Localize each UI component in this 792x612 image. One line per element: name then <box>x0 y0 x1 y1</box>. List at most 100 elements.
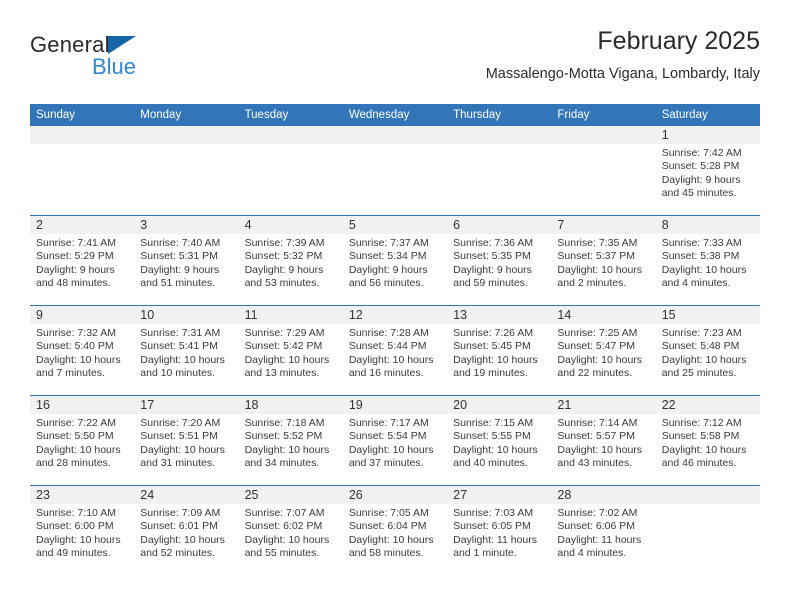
sunset-time: Sunset: 5:55 PM <box>453 430 531 443</box>
daylight-duration-line1: Daylight: 11 hours <box>557 533 642 546</box>
daylight-duration-line1: Daylight: 10 hours <box>661 353 747 366</box>
day-number: 26 <box>342 486 448 504</box>
day-number: 27 <box>447 486 552 504</box>
sunset-time: Sunset: 6:06 PM <box>557 520 636 533</box>
sunrise-time: Sunrise: 7:14 AM <box>557 417 638 429</box>
calendar-day-cell[interactable]: 28 Sunrise: 7:02 AM Sunset: 6:06 PM Dayligh… <box>551 485 656 575</box>
sunset-time: Sunset: 5:34 PM <box>348 250 427 263</box>
day-details: Sunrise: 7:17 AM Sunset: 5:54 PM Daylight:… <box>343 414 447 470</box>
calendar-day-cell[interactable]: 14 Sunrise: 7:25 AM Sunset: 5:47 PM Dayligh… <box>551 305 656 396</box>
sunrise-time: Sunrise: 7:26 AM <box>453 327 534 339</box>
calendar-day-cell[interactable]: 11 Sunrise: 7:29 AM Sunset: 5:42 PM Dayligh… <box>238 305 343 396</box>
daylight-duration-line2: and 34 minutes. <box>244 456 320 469</box>
calendar-day-cell[interactable]: 5 Sunrise: 7:37 AM Sunset: 5:34 PM Daylight… <box>342 215 448 306</box>
calendar-day-cell[interactable]: 8 Sunrise: 7:33 AM Sunset: 5:38 PM Daylight… <box>655 215 760 306</box>
calendar-day-cell[interactable]: 16 Sunrise: 7:22 AM Sunset: 5:50 PM Dayligh… <box>30 395 135 486</box>
calendar-day-cell[interactable]: 13 Sunrise: 7:26 AM Sunset: 5:45 PM Dayligh… <box>447 305 552 396</box>
daylight-duration-line2: and 19 minutes. <box>453 366 528 379</box>
sunset-time: Sunset: 5:51 PM <box>140 430 218 443</box>
daylight-duration-line2: and 43 minutes. <box>557 456 633 469</box>
generalblue-logo[interactable]: General Blue <box>30 34 230 90</box>
daylight-duration-line2: and 10 minutes. <box>140 366 215 379</box>
calendar-empty-cell <box>551 126 656 216</box>
calendar-page: General Blue February 2025 Massalengo-Mo… <box>0 0 792 612</box>
calendar-day-cell[interactable]: 20 Sunrise: 7:15 AM Sunset: 5:55 PM Dayligh… <box>447 395 552 486</box>
calendar-day-cell[interactable]: 23 Sunrise: 7:10 AM Sunset: 6:00 PM Dayligh… <box>30 485 135 575</box>
daylight-duration-line1: Daylight: 10 hours <box>244 533 330 546</box>
sunrise-time: Sunrise: 7:03 AM <box>453 507 534 519</box>
calendar-day-cell[interactable]: 10 Sunrise: 7:31 AM Sunset: 5:41 PM Dayligh… <box>134 305 239 396</box>
sunset-time: Sunset: 5:57 PM <box>557 430 636 443</box>
calendar-day-cell[interactable]: 12 Sunrise: 7:28 AM Sunset: 5:44 PM Dayligh… <box>342 305 448 396</box>
calendar-day-cell[interactable]: 4 Sunrise: 7:39 AM Sunset: 5:32 PM Daylight… <box>238 215 343 306</box>
daylight-duration-line2: and 56 minutes. <box>348 276 424 289</box>
sunset-time: Sunset: 5:28 PM <box>661 160 740 173</box>
day-details: Sunrise: 7:20 AM Sunset: 5:51 PM Daylight:… <box>134 414 238 470</box>
calendar-day-cell[interactable]: 3 Sunrise: 7:40 AM Sunset: 5:31 PM Daylight… <box>134 215 239 306</box>
daylight-duration-line1: Daylight: 10 hours <box>36 533 121 546</box>
day-number: 21 <box>551 396 656 414</box>
day-details: Sunrise: 7:32 AM Sunset: 5:40 PM Daylight:… <box>30 324 134 380</box>
day-cell-inner: 26 Sunrise: 7:05 AM Sunset: 6:04 PM Dayligh… <box>342 486 448 575</box>
calendar-day-cell[interactable]: 27 Sunrise: 7:03 AM Sunset: 6:05 PM Dayligh… <box>447 485 552 575</box>
sunrise-time: Sunrise: 7:05 AM <box>348 507 429 519</box>
weekday-header-wednesday: Wednesday <box>342 104 448 126</box>
calendar-day-cell[interactable]: 15 Sunrise: 7:23 AM Sunset: 5:48 PM Dayligh… <box>655 305 760 396</box>
day-number: 17 <box>134 396 239 414</box>
sunset-time: Sunset: 6:04 PM <box>348 520 427 533</box>
daylight-duration-line1: Daylight: 9 hours <box>36 263 115 276</box>
daylight-duration-line2: and 40 minutes. <box>453 456 528 469</box>
calendar-day-cell[interactable]: 9 Sunrise: 7:32 AM Sunset: 5:40 PM Daylight… <box>30 305 135 396</box>
day-cell-inner: 22 Sunrise: 7:12 AM Sunset: 5:58 PM Dayligh… <box>655 396 760 485</box>
day-number <box>447 126 552 144</box>
day-number: 23 <box>30 486 135 504</box>
daylight-duration-line2: and 4 minutes. <box>557 546 627 559</box>
weekday-header-thursday: Thursday <box>447 104 552 126</box>
calendar-day-cell[interactable]: 7 Sunrise: 7:35 AM Sunset: 5:37 PM Daylight… <box>551 215 656 306</box>
day-number: 22 <box>655 396 760 414</box>
daylight-duration-line2: and 28 minutes. <box>36 456 111 469</box>
daylight-duration-line1: Daylight: 10 hours <box>348 443 434 456</box>
sunrise-time: Sunrise: 7:40 AM <box>140 237 221 249</box>
calendar-week-row: 23 Sunrise: 7:10 AM Sunset: 6:00 PM Dayligh… <box>30 485 760 575</box>
day-cell-inner: 18 Sunrise: 7:18 AM Sunset: 5:52 PM Dayligh… <box>238 396 343 485</box>
daylight-duration-line2: and 49 minutes. <box>36 546 111 559</box>
day-details: Sunrise: 7:15 AM Sunset: 5:55 PM Daylight:… <box>447 414 551 470</box>
daylight-duration-line2: and 16 minutes. <box>348 366 424 379</box>
sunset-time: Sunset: 5:40 PM <box>36 340 114 353</box>
sunrise-time: Sunrise: 7:22 AM <box>36 417 116 429</box>
day-details: Sunrise: 7:22 AM Sunset: 5:50 PM Daylight:… <box>30 414 134 470</box>
daylight-duration-line2: and 7 minutes. <box>36 366 105 379</box>
sunset-time: Sunset: 5:38 PM <box>661 250 740 263</box>
day-number: 19 <box>342 396 448 414</box>
daylight-duration-line1: Daylight: 10 hours <box>36 443 121 456</box>
daylight-duration-line1: Daylight: 9 hours <box>140 263 220 276</box>
calendar-day-cell[interactable]: 18 Sunrise: 7:18 AM Sunset: 5:52 PM Dayligh… <box>238 395 343 486</box>
page-header: General Blue February 2025 Massalengo-Mo… <box>30 27 760 94</box>
calendar-day-cell[interactable]: 17 Sunrise: 7:20 AM Sunset: 5:51 PM Dayligh… <box>134 395 239 486</box>
page-title: February 2025 <box>597 27 760 55</box>
day-number: 3 <box>134 216 239 234</box>
day-number: 10 <box>134 306 239 324</box>
calendar-day-cell[interactable]: 6 Sunrise: 7:36 AM Sunset: 5:35 PM Daylight… <box>447 215 552 306</box>
daylight-duration-line1: Daylight: 9 hours <box>453 263 532 276</box>
calendar-day-cell[interactable]: 21 Sunrise: 7:14 AM Sunset: 5:57 PM Dayligh… <box>551 395 656 486</box>
sunrise-time: Sunrise: 7:35 AM <box>557 237 638 249</box>
day-details: Sunrise: 7:07 AM Sunset: 6:02 PM Daylight:… <box>239 504 343 560</box>
calendar-day-cell[interactable]: 19 Sunrise: 7:17 AM Sunset: 5:54 PM Dayligh… <box>342 395 448 486</box>
calendar-day-cell[interactable]: 25 Sunrise: 7:07 AM Sunset: 6:02 PM Dayligh… <box>238 485 343 575</box>
daylight-duration-line2: and 13 minutes. <box>244 366 320 379</box>
calendar-day-cell[interactable]: 1 Sunrise: 7:42 AM Sunset: 5:28 PM Daylight… <box>655 126 760 216</box>
calendar-day-cell[interactable]: 2 Sunrise: 7:41 AM Sunset: 5:29 PM Daylight… <box>30 215 135 306</box>
calendar-day-cell[interactable]: 24 Sunrise: 7:09 AM Sunset: 6:01 PM Dayligh… <box>134 485 239 575</box>
day-details: Sunrise: 7:28 AM Sunset: 5:44 PM Daylight:… <box>343 324 447 380</box>
daylight-duration-line1: Daylight: 9 hours <box>244 263 324 276</box>
day-cell-inner: 23 Sunrise: 7:10 AM Sunset: 6:00 PM Dayligh… <box>30 486 135 575</box>
calendar-day-cell[interactable]: 22 Sunrise: 7:12 AM Sunset: 5:58 PM Dayligh… <box>655 395 760 486</box>
daylight-duration-line1: Daylight: 11 hours <box>453 533 537 546</box>
calendar-day-cell[interactable]: 26 Sunrise: 7:05 AM Sunset: 6:04 PM Dayligh… <box>342 485 448 575</box>
daylight-duration-line1: Daylight: 10 hours <box>348 533 434 546</box>
day-cell-inner: 28 Sunrise: 7:02 AM Sunset: 6:06 PM Dayligh… <box>551 486 656 575</box>
day-number <box>342 126 448 144</box>
day-details: Sunrise: 7:12 AM Sunset: 5:58 PM Daylight:… <box>656 414 760 470</box>
